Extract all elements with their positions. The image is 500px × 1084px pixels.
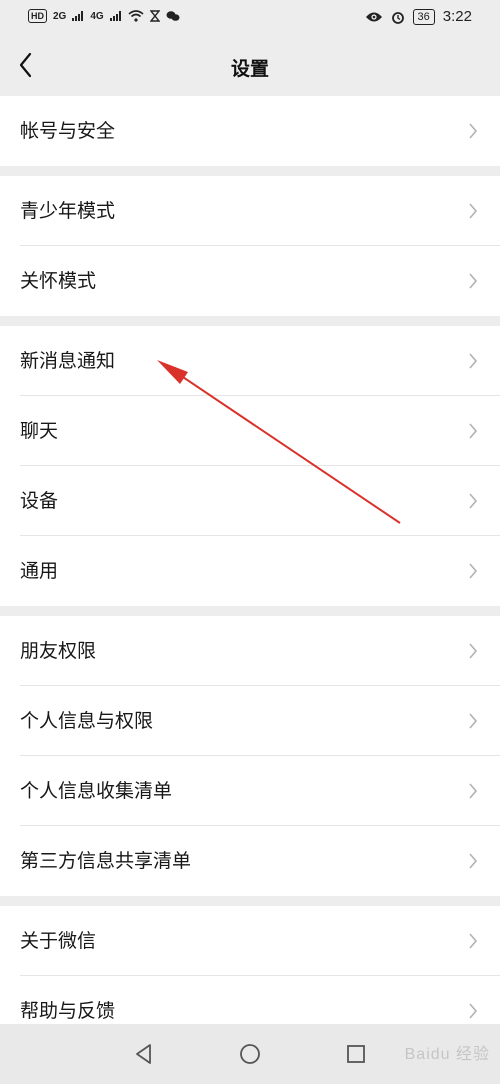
hd-badge: HD [28, 9, 47, 23]
chevron-right-icon [469, 643, 478, 659]
row-label: 设备 [20, 490, 59, 512]
row-label: 关于微信 [20, 930, 97, 952]
chevron-right-icon [469, 423, 478, 439]
settings-group-general: 新消息通知 聊天 设备 通用 [0, 326, 500, 606]
chevron-right-icon [469, 493, 478, 509]
status-bar: HD 2G 4G 36 3:22 [0, 0, 500, 36]
status-left: HD 2G 4G [28, 9, 180, 23]
network-2g-label: 2G [53, 10, 67, 22]
chevron-right-icon [469, 563, 478, 579]
chevron-right-icon [469, 1003, 478, 1019]
settings-row-personal-info-collection[interactable]: 个人信息收集清单 [0, 756, 500, 826]
settings-group-privacy: 朋友权限 个人信息与权限 个人信息收集清单 第三方信息共享清单 [0, 616, 500, 896]
settings-row-friend-permissions[interactable]: 朋友权限 [0, 616, 500, 686]
settings-row-care-mode[interactable]: 关怀模式 [0, 246, 500, 316]
chevron-right-icon [469, 203, 478, 219]
row-label: 个人信息与权限 [20, 710, 154, 732]
row-label: 帮助与反馈 [20, 1000, 116, 1022]
chevron-right-icon [469, 353, 478, 369]
chevron-right-icon [469, 783, 478, 799]
eye-icon [365, 12, 382, 21]
chevron-right-icon [469, 933, 478, 949]
hourglass-icon [149, 10, 160, 22]
settings-row-new-message-notification[interactable]: 新消息通知 [0, 326, 500, 396]
row-label: 聊天 [20, 420, 59, 442]
settings-row-general[interactable]: 通用 [0, 536, 500, 606]
chevron-right-icon [469, 273, 478, 289]
row-label: 个人信息收集清单 [20, 780, 173, 802]
row-label: 新消息通知 [20, 350, 116, 372]
row-label: 关怀模式 [20, 270, 97, 292]
baidu-watermark: Baidu 经验 [404, 1046, 490, 1063]
network-4g-label: 4G [90, 10, 104, 22]
navigation-header: 设置 [0, 36, 500, 96]
wifi-icon [128, 10, 144, 22]
settings-row-personal-info-permissions[interactable]: 个人信息与权限 [0, 686, 500, 756]
status-right: 36 3:22 [365, 8, 472, 25]
chevron-right-icon [469, 853, 478, 869]
signal-icon-2 [109, 11, 121, 21]
settings-row-devices[interactable]: 设备 [0, 466, 500, 536]
wechat-icon [166, 11, 180, 21]
row-label: 朋友权限 [20, 640, 97, 662]
settings-group-modes: 青少年模式 关怀模式 [0, 176, 500, 316]
row-label: 青少年模式 [20, 200, 116, 222]
row-label: 帐号与安全 [20, 120, 116, 142]
signal-icon [72, 11, 84, 21]
settings-row-about-wechat[interactable]: 关于微信 [0, 906, 500, 976]
home-circle-icon[interactable] [238, 1042, 262, 1066]
settings-row-account-security[interactable]: 帐号与安全 [0, 96, 500, 166]
settings-group-account: 帐号与安全 [0, 96, 500, 166]
status-time: 3:22 [442, 8, 472, 25]
chevron-right-icon [469, 713, 478, 729]
alarm-icon [391, 11, 404, 24]
page-title: 设置 [230, 58, 269, 80]
row-label: 通用 [20, 560, 59, 582]
back-triangle-icon[interactable] [132, 1042, 156, 1066]
recents-square-icon[interactable] [344, 1042, 368, 1066]
battery-indicator: 36 [412, 8, 435, 25]
chevron-right-icon [469, 123, 478, 139]
settings-row-chat[interactable]: 聊天 [0, 396, 500, 466]
settings-row-third-party-sharing[interactable]: 第三方信息共享清单 [0, 826, 500, 896]
settings-row-teen-mode[interactable]: 青少年模式 [0, 176, 500, 246]
row-label: 第三方信息共享清单 [20, 850, 192, 872]
